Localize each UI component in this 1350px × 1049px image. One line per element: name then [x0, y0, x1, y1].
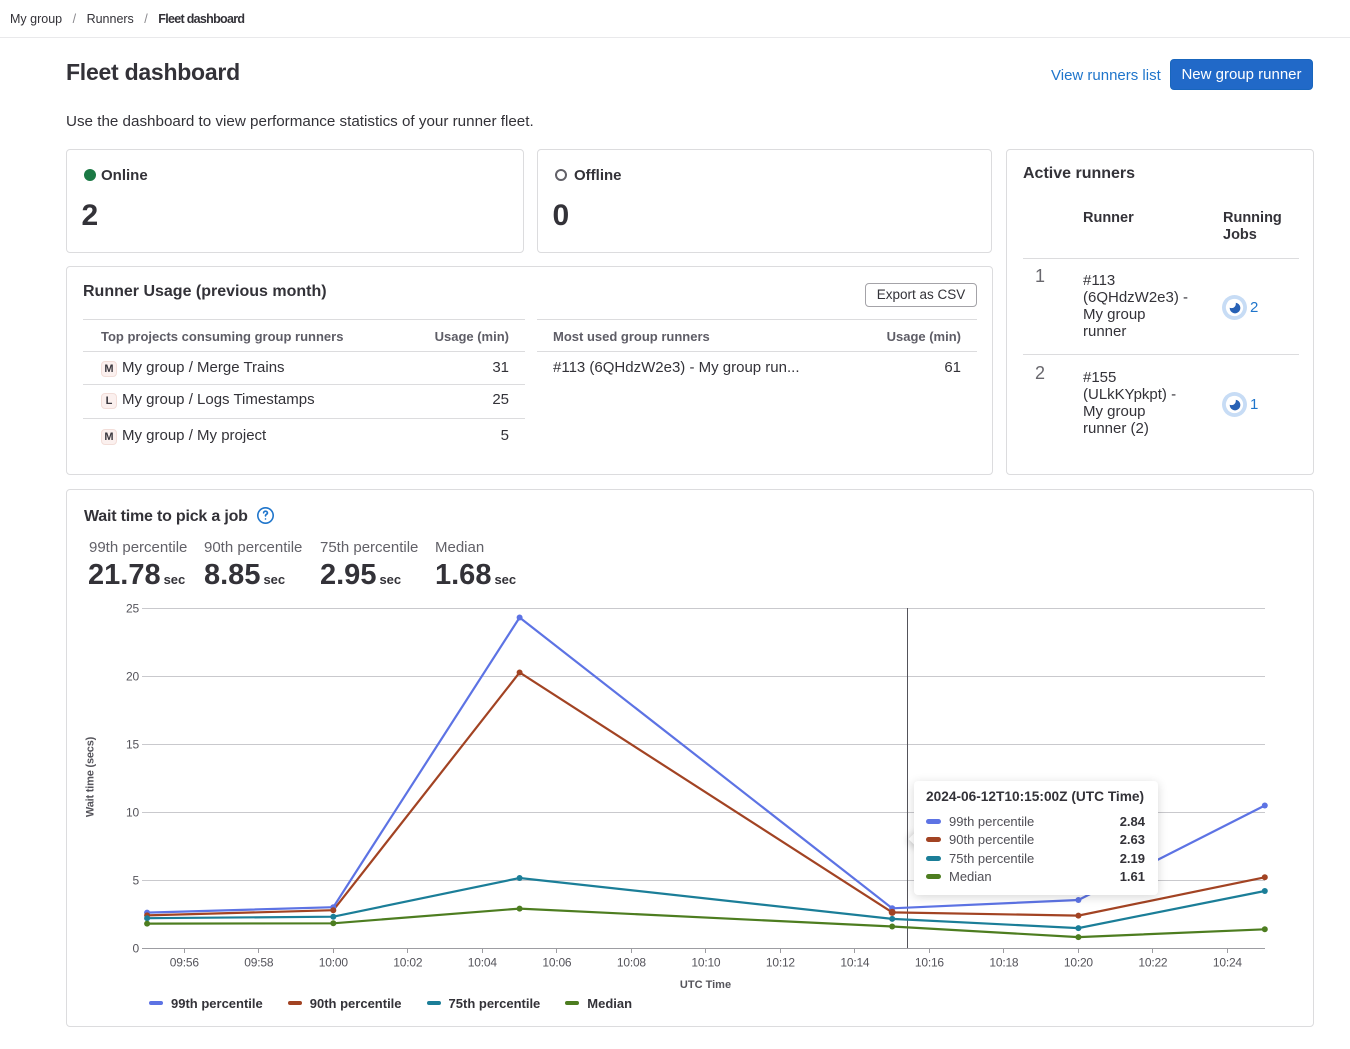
svg-text:10:24: 10:24	[1213, 956, 1243, 970]
svg-text:10:18: 10:18	[989, 956, 1019, 970]
svg-text:5: 5	[133, 873, 140, 887]
svg-text:10:08: 10:08	[617, 956, 647, 970]
svg-text:09:58: 09:58	[244, 956, 274, 970]
svg-text:10:14: 10:14	[840, 956, 870, 970]
svg-text:25: 25	[126, 601, 139, 615]
svg-text:10:22: 10:22	[1138, 956, 1168, 970]
svg-text:10:12: 10:12	[766, 956, 796, 970]
svg-text:10:10: 10:10	[691, 956, 721, 970]
svg-text:10:20: 10:20	[1064, 956, 1094, 970]
svg-text:10: 10	[126, 805, 139, 819]
svg-text:09:56: 09:56	[170, 956, 200, 970]
svg-text:20: 20	[126, 669, 139, 683]
svg-text:10:16: 10:16	[915, 956, 945, 970]
svg-text:10:04: 10:04	[468, 956, 498, 970]
svg-text:15: 15	[126, 737, 139, 751]
svg-text:10:06: 10:06	[542, 956, 572, 970]
svg-text:UTC Time: UTC Time	[680, 979, 731, 991]
svg-text:0: 0	[133, 941, 140, 955]
svg-text:10:02: 10:02	[393, 956, 423, 970]
svg-text:10:00: 10:00	[319, 956, 349, 970]
svg-text:Wait time (secs): Wait time (secs)	[85, 736, 97, 817]
